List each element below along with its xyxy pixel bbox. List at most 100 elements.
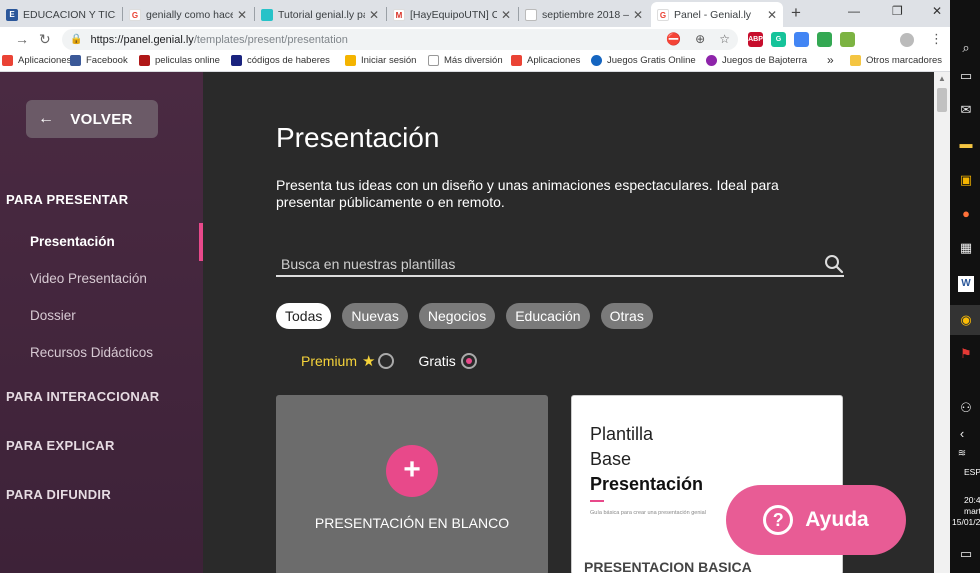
bookmark-item[interactable]: Aplicaciones	[2, 55, 71, 66]
firefox-icon[interactable]: ●	[958, 206, 974, 222]
sidebar-item-dossier[interactable]: Dossier	[30, 308, 76, 323]
tab-1[interactable]: G genially como hacer u ✕	[123, 2, 253, 27]
omnibox[interactable]: 🔒 https://panel.genial.ly /templates/pre…	[62, 29, 738, 50]
word-icon[interactable]: W	[958, 276, 974, 292]
tab-0[interactable]: E EDUCACION Y TICS	[0, 2, 122, 27]
blank-presentation-card[interactable]: + PRESENTACIÓN EN BLANCO	[276, 395, 548, 573]
acrobat-icon[interactable]: ⚑	[958, 346, 974, 362]
mail-icon[interactable]: ✉	[958, 102, 974, 118]
close-icon[interactable]: ✕	[767, 8, 777, 22]
clock-day[interactable]: mart	[964, 506, 980, 516]
section-para-difundir[interactable]: PARA DIFUNDIR	[6, 487, 111, 502]
bookmark-item[interactable]: Más diversión	[428, 55, 503, 66]
template-caption: PRESENTACION BASICA	[584, 559, 752, 573]
store-icon[interactable]: ▣	[958, 172, 974, 188]
profile-avatar[interactable]	[900, 33, 914, 47]
task-view-icon[interactable]: ▭	[958, 68, 974, 84]
close-icon[interactable]: ✕	[501, 8, 511, 22]
free-radio[interactable]	[460, 353, 477, 369]
new-tab-icon[interactable]: +	[791, 3, 801, 23]
premium-label: Premium	[301, 353, 358, 369]
adblock-icon[interactable]: ABP	[748, 32, 763, 47]
wifi-icon[interactable]: ≋	[954, 446, 970, 462]
word-doc-icon: E	[6, 8, 18, 21]
close-icon[interactable]: ✕	[369, 8, 379, 22]
url-path: /templates/present/presentation	[193, 33, 348, 46]
apps-grid-icon	[2, 55, 13, 66]
bookmark-label: Más diversión	[444, 55, 503, 66]
premium-radio[interactable]	[378, 353, 395, 369]
people-icon[interactable]: ⚇	[958, 400, 974, 416]
movie-icon	[139, 55, 150, 66]
grammarly-icon[interactable]: G	[771, 32, 786, 47]
extension-bar: ABP G	[748, 32, 855, 47]
genially-icon	[261, 8, 273, 21]
games-icon	[706, 55, 717, 66]
extension-icon[interactable]	[817, 32, 832, 47]
extension-icon[interactable]	[840, 32, 855, 47]
other-bookmarks[interactable]: Otros marcadores	[850, 55, 942, 66]
section-para-interaccionar[interactable]: PARA INTERACCIONAR	[6, 389, 159, 404]
search-input[interactable]	[276, 253, 806, 275]
clock-time[interactable]: 20:4	[964, 495, 980, 505]
more-bookmarks-chevron[interactable]: »	[827, 53, 834, 67]
tab-4[interactable]: septiembre 2018 – Hc ✕	[519, 2, 649, 27]
section-para-explicar[interactable]: PARA EXPLICAR	[6, 438, 115, 453]
zoom-icon[interactable]: ⊕	[695, 32, 705, 46]
clock-date[interactable]: 15/01/2	[952, 517, 980, 527]
search-icon[interactable]: ⌕	[958, 40, 974, 56]
tab-5-active[interactable]: G Panel - Genial.ly ✕	[651, 2, 783, 27]
filter-todas[interactable]: Todas	[276, 303, 332, 329]
sidebar: ← VOLVER PARA PRESENTAR Presentación Vid…	[0, 72, 203, 573]
notifications-icon[interactable]: ▭	[958, 546, 974, 562]
url-host: https://panel.genial.ly	[90, 33, 194, 46]
calculator-icon[interactable]: ▦	[958, 240, 974, 256]
back-button[interactable]: ← VOLVER	[26, 100, 158, 138]
google-icon: G	[657, 8, 669, 21]
camera-blocked-icon[interactable]: ⛔	[666, 32, 681, 46]
scroll-up-icon[interactable]: ▲	[938, 74, 946, 83]
arrow-left-icon: ←	[38, 110, 55, 127]
section-para-presentar[interactable]: PARA PRESENTAR	[6, 192, 128, 207]
filter-nuevas[interactable]: Nuevas	[342, 303, 408, 329]
window-close-icon[interactable]: ✕	[932, 4, 942, 18]
bookmark-item[interactable]: Juegos de Bajoterra	[706, 55, 807, 66]
extension-icon[interactable]	[794, 32, 809, 47]
sidebar-item-video-presentacion[interactable]: Video Presentación	[30, 271, 147, 286]
chevron-left-icon[interactable]: ‹	[954, 426, 970, 442]
search-icon[interactable]	[824, 254, 844, 274]
bookmark-item[interactable]: Facebook	[70, 55, 128, 66]
bookmark-item[interactable]: Iniciar sesión	[345, 55, 416, 66]
bookmark-label: Juegos Gratis Online	[607, 55, 696, 66]
bookmark-item[interactable]: peliculas online	[139, 55, 220, 66]
bookmark-star-icon[interactable]: ☆	[719, 32, 730, 46]
sidebar-item-recursos-didacticos[interactable]: Recursos Didácticos	[30, 345, 153, 360]
tab-strip: E EDUCACION Y TICS G genially como hacer…	[0, 0, 950, 27]
filter-educacion[interactable]: Educación	[506, 303, 590, 329]
filter-otras[interactable]: Otras	[600, 303, 653, 329]
menu-dots-icon[interactable]: ⋮	[930, 31, 943, 47]
bookmark-item[interactable]: Aplicaciones	[511, 55, 580, 66]
filter-negocios[interactable]: Negocios	[418, 303, 496, 329]
tab-3[interactable]: M [HayEquipoUTN] Con ✕	[387, 2, 517, 27]
minimize-icon[interactable]: —	[848, 4, 860, 18]
bookmark-item[interactable]: Juegos Gratis Online	[591, 55, 696, 66]
free-label: Gratis	[418, 353, 456, 369]
reload-icon[interactable]: ↻	[39, 31, 51, 48]
scrollbar-thumb[interactable]	[937, 88, 947, 112]
restore-icon[interactable]: ❐	[892, 4, 903, 18]
sidebar-item-presentacion[interactable]: Presentación	[30, 234, 115, 249]
tab-2[interactable]: Tutorial genial.ly pas ✕	[255, 2, 385, 27]
close-icon[interactable]: ✕	[237, 8, 247, 22]
language-indicator[interactable]: ESP	[964, 467, 980, 477]
page-scrollbar[interactable]: ▲	[934, 72, 950, 573]
help-button[interactable]: ? Ayuda	[726, 485, 906, 555]
plus-icon[interactable]: +	[386, 445, 438, 497]
close-icon[interactable]: ✕	[633, 8, 643, 22]
forward-icon[interactable]: →	[15, 31, 29, 47]
bookmark-item[interactable]: códigos de haberes	[231, 55, 330, 66]
template-search	[276, 253, 844, 277]
chrome-icon[interactable]: ◉	[958, 312, 974, 328]
facebook-icon	[70, 55, 81, 66]
file-explorer-icon[interactable]: ▬	[958, 136, 974, 152]
